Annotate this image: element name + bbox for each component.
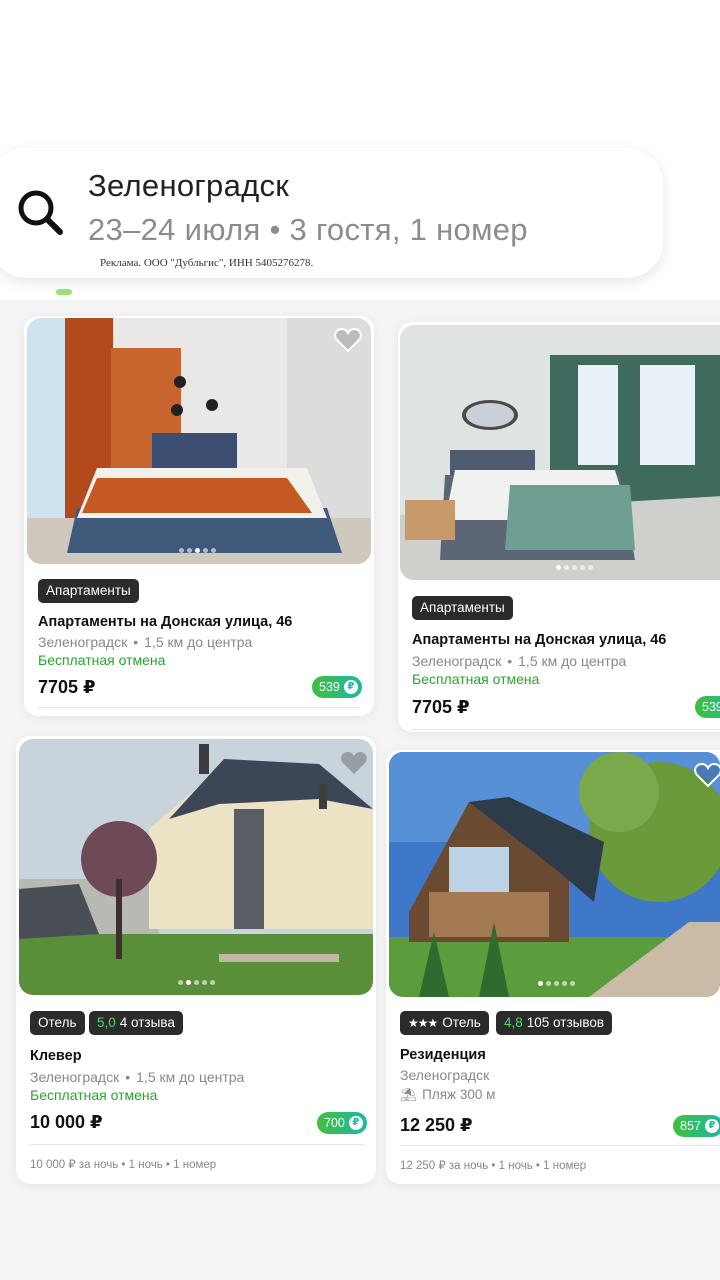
search-icon[interactable]: [14, 186, 66, 238]
type-badge: Апартаменты: [412, 596, 513, 620]
type-badge: Отель: [30, 1011, 85, 1035]
listing-location: Зеленоградск • 1,5 км до центра: [30, 1069, 245, 1085]
listing-title[interactable]: Апартаменты на Донская улица, 46: [412, 632, 666, 648]
photo-pager: [178, 980, 215, 985]
bonus-badge: 539₽: [695, 696, 720, 718]
bonus-icon: ₽: [704, 1119, 719, 1133]
divider: [38, 707, 360, 708]
indicator: [56, 289, 72, 295]
free-cancel: Бесплатная отмена: [412, 671, 540, 687]
listing-title[interactable]: Апартаменты на Донская улица, 46: [38, 614, 292, 630]
price-note: 12 250 ₽ за ночь • 1 ночь • 1 номер: [400, 1160, 587, 1172]
ad-notice: Реклама. ООО "Дубльгис", ИНН 5405276278.: [100, 257, 314, 269]
bonus-badge: 539₽: [312, 676, 362, 698]
listing-location: Зеленоградск • 1,5 км до центра: [38, 634, 253, 650]
listing-price: 7705 ₽: [412, 697, 470, 717]
bonus-badge: 700 ₽: [317, 1112, 367, 1134]
free-cancel: Бесплатная отмена: [30, 1087, 158, 1103]
type-badge: Апартаменты: [38, 579, 139, 603]
rating-badge: 5,0 4 отзыва: [89, 1011, 183, 1035]
divider: [412, 729, 720, 730]
price-note: 10 000 ₽ за ночь • 1 ночь • 1 номер: [30, 1159, 217, 1171]
photo-pager: [538, 981, 575, 986]
beach-umbrella-icon: ⛱: [400, 1087, 418, 1102]
photo-pager: [556, 565, 593, 570]
heart-icon[interactable]: [340, 750, 368, 776]
type-badge: ★★★ Отель: [400, 1011, 489, 1035]
listing-photo[interactable]: [27, 318, 371, 564]
listing-photo[interactable]: [400, 325, 720, 580]
listing-city: Зеленоградск: [400, 1067, 490, 1083]
bonus-badge: 857 ₽: [673, 1115, 720, 1137]
listing-title[interactable]: Резиденция: [400, 1047, 486, 1063]
listing-photo[interactable]: [19, 739, 373, 995]
divider: [30, 1144, 364, 1145]
search-dates-guests[interactable]: 23–24 июля • 3 гостя, 1 номер: [88, 212, 528, 248]
photo-pager: [179, 548, 216, 553]
bonus-icon: ₽: [348, 1116, 363, 1130]
bonus-icon: ₽: [343, 680, 358, 694]
search-city[interactable]: Зеленоградск: [88, 168, 289, 204]
listing-price: 12 250 ₽: [400, 1115, 473, 1135]
free-cancel: Бесплатная отмена: [38, 652, 166, 668]
heart-icon[interactable]: [694, 762, 720, 788]
listing-title[interactable]: Клевер: [30, 1048, 82, 1064]
listing-photo[interactable]: [389, 752, 720, 997]
divider: [400, 1145, 720, 1146]
listing-location: Зеленоградск • 1,5 км до центра: [412, 653, 627, 669]
listing-beach: ⛱ Пляж 300 м: [400, 1087, 496, 1102]
listing-price: 10 000 ₽: [30, 1112, 103, 1132]
rating-badge: 4,8 105 отзывов: [496, 1011, 613, 1035]
listing-price: 7705 ₽: [38, 677, 96, 697]
heart-icon[interactable]: [334, 327, 362, 353]
